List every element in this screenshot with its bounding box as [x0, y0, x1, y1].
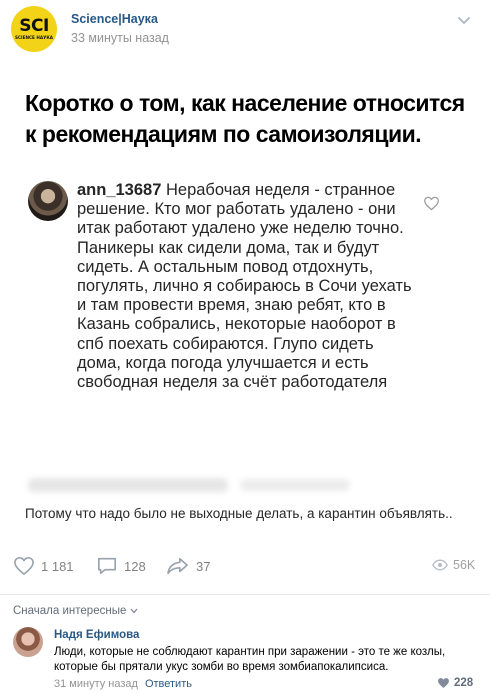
chevron-down-icon [130, 608, 138, 614]
post-actions: 1 181 128 37 56K [0, 556, 490, 584]
post-time[interactable]: 33 минуты назад [71, 31, 169, 45]
views-count: 56K [453, 558, 476, 572]
comment-time[interactable]: 31 минуту назад [54, 678, 138, 690]
divider [0, 594, 490, 595]
views-counter: 56K [432, 558, 475, 572]
channel-avatar-logo: SCI [19, 16, 49, 36]
instagram-comment: ann_13687 Нерабочая неделя - странное ре… [77, 181, 417, 392]
comment-button[interactable]: 128 [96, 556, 146, 576]
share-icon [167, 557, 188, 575]
post-header: SCI SCIENCE НАУКА Science|Наука 33 минут… [0, 0, 490, 56]
blurred-text [240, 479, 350, 491]
chevron-down-icon[interactable] [458, 16, 470, 26]
comment-meta: 31 минуту назад Ответить [54, 678, 192, 690]
share-button[interactable]: 37 [166, 556, 210, 576]
commenter-avatar [28, 181, 68, 221]
reply-button[interactable]: Ответить [145, 678, 192, 690]
sort-label: Сначала интересные [13, 605, 127, 617]
channel-name-link[interactable]: Science|Наука [71, 12, 158, 26]
comment-like-count: 228 [454, 677, 474, 689]
instagram-comment-text: Нерабочая неделя - странное решение. Кто… [77, 181, 412, 392]
heart-outline-icon [424, 196, 439, 211]
comment-author-avatar[interactable] [13, 627, 43, 657]
comment-author-name[interactable]: Надя Ефимова [54, 629, 139, 641]
comment-text: Люди, которые не соблюдают карантин при … [54, 646, 446, 673]
like-count: 1 181 [41, 558, 74, 574]
blurred-text [28, 478, 228, 492]
post-headline: Коротко о том, как население относится к… [25, 90, 465, 147]
reply-comment-text: Потому что надо было не выходные делать,… [25, 506, 453, 521]
eye-icon [432, 559, 448, 571]
channel-avatar-subtext: SCIENCE НАУКА [14, 35, 54, 40]
like-button[interactable]: 1 181 [13, 556, 74, 576]
instagram-username: ann_13687 [77, 181, 162, 199]
comment-icon [98, 557, 116, 575]
channel-avatar[interactable]: SCI SCIENCE НАУКА [11, 6, 57, 52]
heart-icon [14, 557, 34, 575]
heart-filled-icon [438, 678, 449, 688]
comment-like-button[interactable]: 228 [437, 677, 473, 689]
comment-count: 128 [124, 558, 146, 574]
comment-sort-dropdown[interactable]: Сначала интересные [13, 605, 138, 617]
share-count: 37 [196, 558, 211, 574]
